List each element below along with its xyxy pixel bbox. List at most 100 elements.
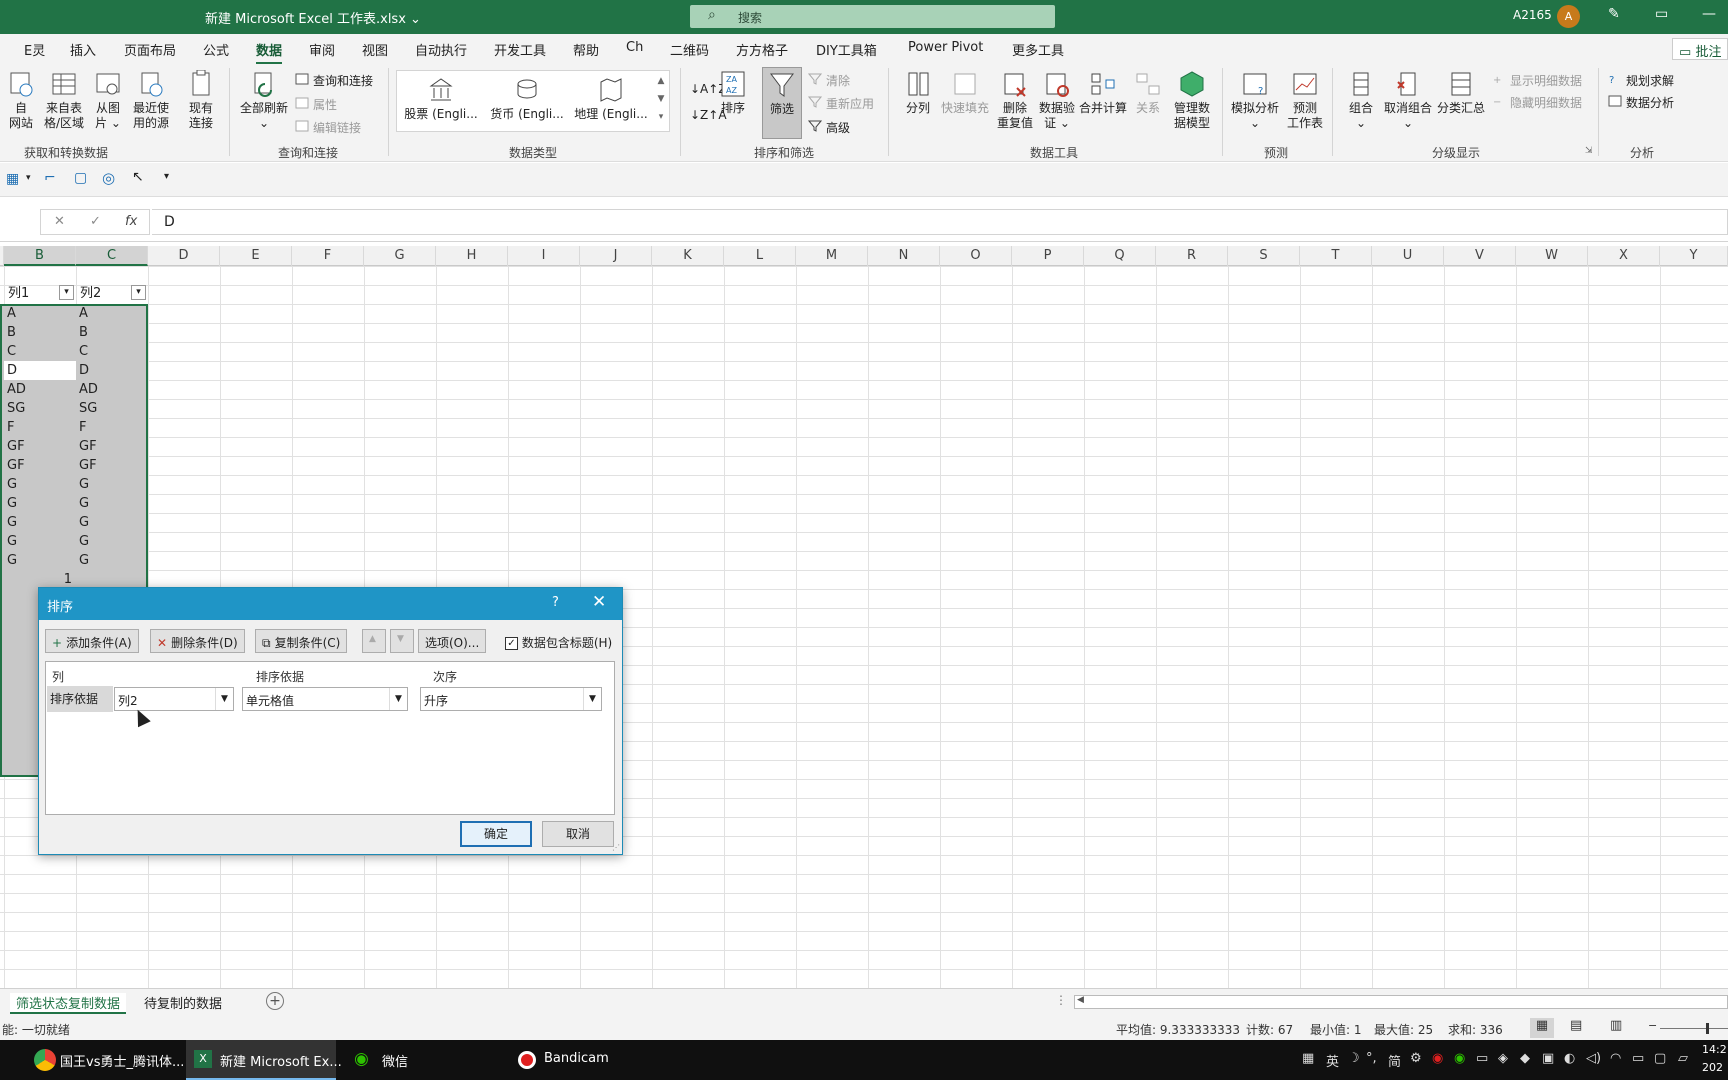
wifi-icon[interactable]: ◠ (1610, 1051, 1621, 1066)
ime-script[interactable]: 简 (1388, 1051, 1401, 1070)
column-header[interactable]: P (1012, 246, 1084, 266)
from-table-button[interactable]: 来自表 格/区域 (42, 70, 86, 131)
table-cell[interactable]: G (76, 513, 148, 532)
filter-button[interactable]: 筛选 (762, 67, 802, 139)
pen-icon[interactable]: ✎ (1608, 6, 1620, 22)
horizontal-scrollbar[interactable]: ◀ (1074, 995, 1728, 1009)
volume-icon[interactable]: ◁) (1586, 1051, 1601, 1066)
formula-input[interactable]: D (152, 209, 1728, 235)
column-header[interactable]: H (436, 246, 508, 266)
table-cell[interactable]: C (76, 342, 148, 361)
ok-button[interactable]: 确定 (460, 821, 532, 847)
add-condition-button[interactable]: + 添加条件(A) (45, 629, 139, 653)
table-cell[interactable]: G (76, 551, 148, 570)
column-header[interactable]: F (292, 246, 364, 266)
table-cell[interactable]: G (4, 513, 76, 532)
dialog-launcher-icon[interactable]: ⇲ (1585, 146, 1593, 156)
gallery-scroll[interactable]: ▲ ▼ ▾ (654, 72, 668, 130)
moon-icon[interactable]: ☽ (1348, 1051, 1360, 1066)
taskbar-item-browser[interactable]: 国王vs勇士_腾讯体... (60, 1051, 184, 1070)
from-picture-button[interactable]: 从图 片 ⌄ (90, 70, 126, 131)
tab-splitter-icon[interactable]: ⋮ (1055, 993, 1067, 1007)
column-header[interactable]: E (220, 246, 292, 266)
network-icon[interactable]: ▭ (1476, 1051, 1488, 1066)
column-header[interactable]: O (940, 246, 1012, 266)
display-icon[interactable]: ▢ (1654, 1051, 1666, 1066)
clock-time[interactable]: 14:2 (1702, 1043, 1727, 1056)
table-cell[interactable]: GF (4, 456, 76, 475)
zoom-handle[interactable] (1706, 1023, 1709, 1034)
stocks-data-type[interactable]: 股票 (Engli... (402, 76, 480, 122)
table-cell[interactable]: SG (4, 399, 76, 418)
reapply-button[interactable]: 重新应用 (808, 95, 874, 112)
tab-review[interactable]: 审阅 (309, 40, 335, 59)
show-detail-button[interactable]: + 显示明细数据 (1492, 72, 1582, 89)
taskbar-item-excel[interactable]: 新建 Microsoft Ex... (220, 1051, 342, 1070)
ungroup-button[interactable]: 取消组合 ⌄ (1382, 70, 1434, 131)
excel-icon[interactable]: X (194, 1050, 212, 1068)
table-cell[interactable]: A (76, 304, 148, 323)
column-header[interactable]: L (724, 246, 796, 266)
column-header[interactable]: U (1372, 246, 1444, 266)
taskbar-item-bandicam[interactable]: Bandicam (544, 1051, 609, 1066)
keyboard-icon[interactable]: ▦ (1302, 1051, 1314, 1066)
manage-data-model-button[interactable]: 管理数 据模型 (1168, 70, 1216, 131)
currency-data-type[interactable]: 货币 (Engli... (488, 76, 566, 122)
add-sheet-icon[interactable]: + (266, 992, 284, 1010)
battery-icon[interactable]: ▭ (1632, 1051, 1644, 1066)
taskbar-item-wechat[interactable]: 微信 (382, 1051, 408, 1070)
table-cell[interactable]: G (4, 551, 76, 570)
help-icon[interactable]: ? (552, 595, 559, 610)
wechat-tray-icon[interactable]: ◉ (1454, 1051, 1465, 1066)
column-header[interactable]: K (652, 246, 724, 266)
flash-fill-button[interactable]: 快速填充 (940, 70, 990, 116)
table-header-col1[interactable]: 列1 (4, 284, 29, 304)
tab-eling[interactable]: E灵 (24, 40, 45, 59)
form-icon[interactable]: ▦ (6, 171, 19, 187)
customize-qat-icon[interactable]: ▾ (164, 171, 169, 182)
group-button[interactable]: 组合 ⌄ (1344, 70, 1378, 131)
sheet-tab-active[interactable]: 筛选状态复制数据 (10, 993, 127, 1014)
table-cell[interactable]: G (76, 475, 148, 494)
clear-filter-button[interactable]: 清除 (808, 72, 850, 89)
move-up-button[interactable]: ▲ (362, 629, 386, 653)
column-header[interactable]: I (508, 246, 580, 266)
bandicam-icon[interactable] (518, 1051, 536, 1069)
tab-help[interactable]: 帮助 (573, 40, 599, 59)
resize-grip-icon[interactable]: ⋰ (612, 843, 620, 852)
wechat-icon[interactable]: ◉ (354, 1049, 369, 1069)
page-break-view-icon[interactable]: ▥ (1610, 1018, 1622, 1033)
minimize-icon[interactable]: — (1702, 6, 1716, 22)
column-header[interactable]: T (1300, 246, 1372, 266)
order-select[interactable]: 升序 ▼ (420, 687, 602, 711)
table-cell[interactable]: G (4, 532, 76, 551)
recent-sources-button[interactable]: 最近使 用的源 (130, 70, 172, 131)
tab-view[interactable]: 视图 (362, 40, 388, 59)
table-header-col2[interactable]: 列2 (76, 284, 101, 304)
column-header[interactable]: D (148, 246, 220, 266)
zoom-out-icon[interactable]: − (1648, 1019, 1657, 1032)
cancel-button[interactable]: 取消 (542, 821, 614, 847)
tab-data[interactable]: 数据 (256, 40, 283, 65)
table-cell[interactable]: GF (76, 456, 148, 475)
enter-icon[interactable]: ✓ (90, 214, 101, 229)
text-to-columns-button[interactable]: 分列 (898, 70, 938, 116)
ribbon-display-icon[interactable]: ▭ (1655, 6, 1668, 22)
tray-app-icon[interactable]: ◆ (1520, 1051, 1530, 1066)
delete-condition-button[interactable]: ✕ 删除条件(D) (150, 629, 245, 653)
search-box[interactable]: ⌕ 搜索 (690, 5, 1055, 28)
bracket-icon[interactable]: ⌐ (44, 170, 56, 186)
tab-diy-toolbox[interactable]: DIY工具箱 (816, 40, 877, 59)
table-cell[interactable]: D (76, 361, 148, 380)
settings-icon[interactable]: ⚙ (1410, 1051, 1422, 1066)
chrome-icon[interactable] (34, 1049, 56, 1071)
notification-icon[interactable]: ▱ (1678, 1051, 1688, 1066)
table-cell[interactable]: G (4, 494, 76, 513)
tab-insert[interactable]: 插入 (70, 40, 96, 59)
record-icon[interactable]: ◉ (1432, 1051, 1443, 1066)
tab-automate[interactable]: 自动执行 (415, 40, 467, 59)
tray-app-icon[interactable]: ◐ (1564, 1051, 1575, 1066)
column-header[interactable]: J (580, 246, 652, 266)
cancel-icon[interactable]: ✕ (54, 214, 65, 229)
column-select[interactable]: 列2 ▼ (114, 687, 234, 711)
